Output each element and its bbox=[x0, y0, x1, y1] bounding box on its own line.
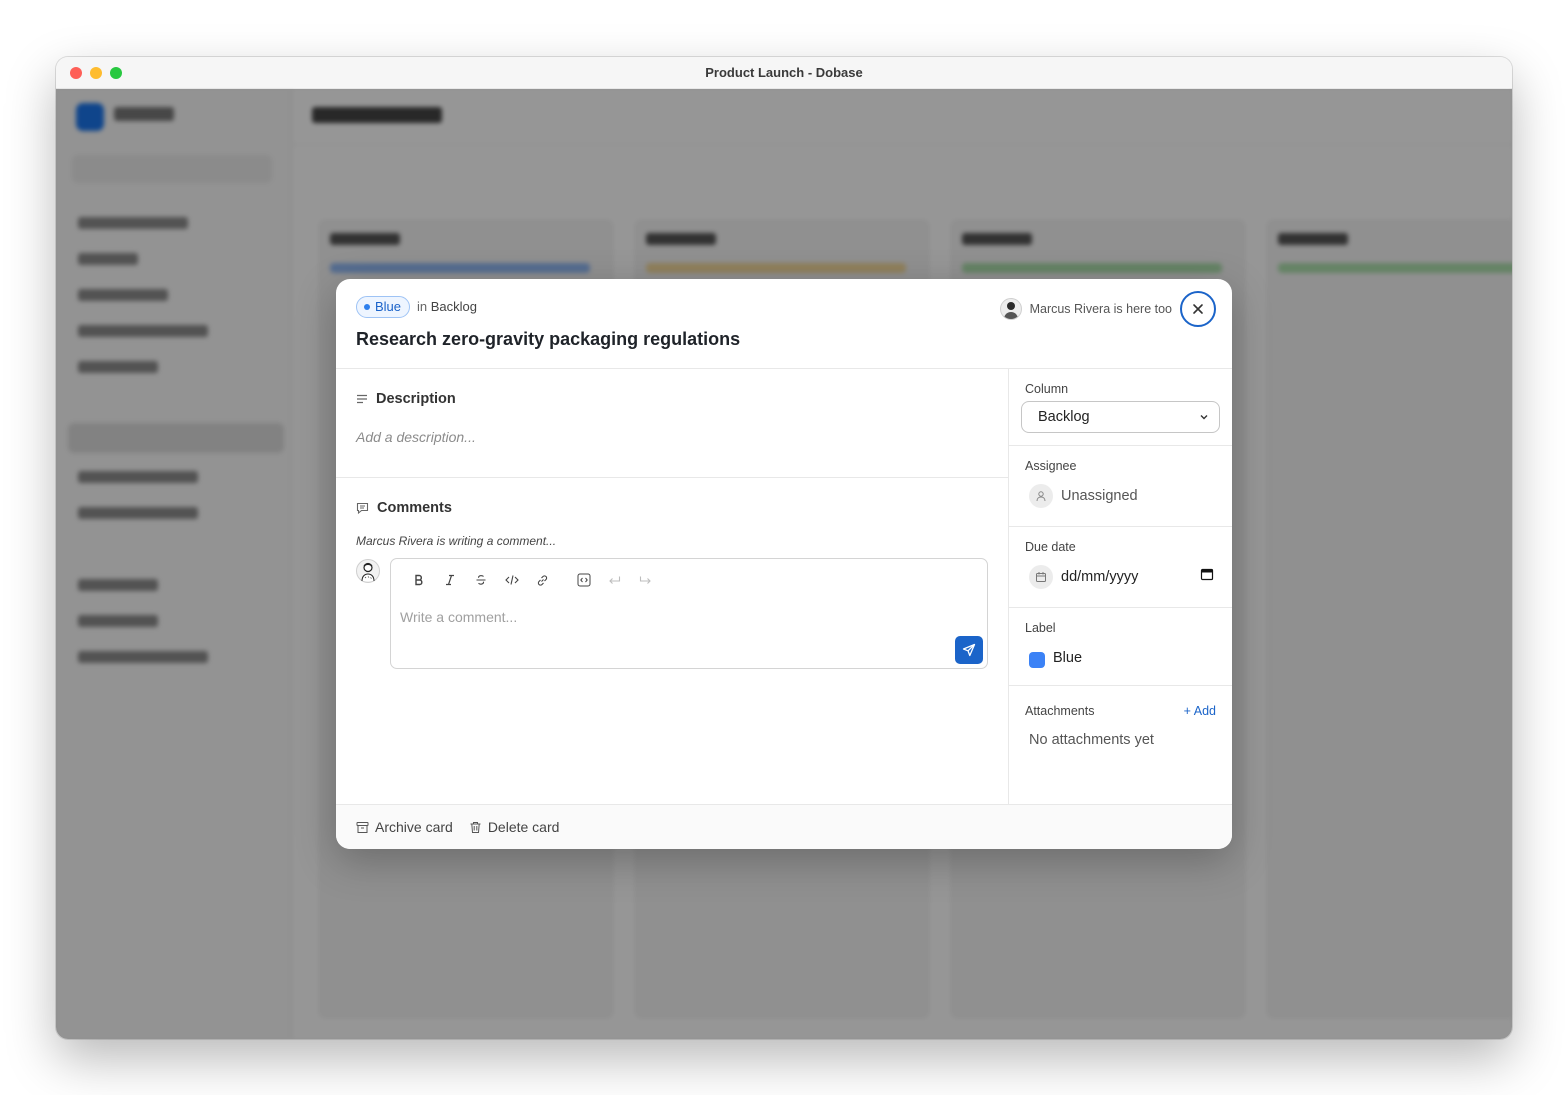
link-icon bbox=[537, 574, 548, 586]
user-avatar-icon bbox=[356, 559, 380, 583]
chevron-down-icon bbox=[1200, 415, 1208, 420]
zoom-window-button[interactable] bbox=[110, 67, 122, 79]
code-button[interactable] bbox=[496, 567, 527, 593]
due-date-label: Due date bbox=[1025, 540, 1076, 554]
assignee-value[interactable]: Unassigned bbox=[1061, 488, 1138, 504]
column-indicator-name: Backlog bbox=[430, 299, 477, 314]
code-icon bbox=[504, 575, 519, 585]
label-badge: Blue bbox=[356, 296, 411, 318]
label-dot bbox=[364, 304, 370, 310]
send-icon bbox=[962, 643, 976, 657]
close-window-button[interactable] bbox=[70, 67, 82, 79]
presence-text: Marcus Rivera is here too bbox=[1029, 302, 1172, 316]
comment-input[interactable]: Write a comment... bbox=[400, 609, 517, 625]
code-block-button[interactable] bbox=[568, 567, 599, 593]
assignee-avatar[interactable] bbox=[1029, 484, 1053, 508]
comments-heading-text: Comments bbox=[377, 500, 452, 516]
title-bar: Product Launch - Dobase bbox=[56, 57, 1512, 89]
undo-icon bbox=[609, 576, 621, 584]
column-indicator: in Backlog bbox=[417, 299, 477, 314]
trash-icon bbox=[470, 821, 481, 833]
archive-card-label: Archive card bbox=[375, 819, 453, 835]
modal-footer: Archive card Delete card bbox=[336, 804, 1232, 849]
attachments-label: Attachments bbox=[1025, 704, 1095, 718]
bold-button[interactable] bbox=[403, 567, 434, 593]
label-color-swatch[interactable] bbox=[1029, 652, 1045, 668]
undo-button[interactable] bbox=[599, 567, 630, 593]
app-window: Product Launch - Dobase Blue in Backlog … bbox=[56, 57, 1512, 1039]
label-value[interactable]: Blue bbox=[1053, 650, 1082, 666]
link-button[interactable] bbox=[527, 567, 558, 593]
comments-heading: Comments bbox=[356, 500, 452, 516]
calendar-icon bbox=[1036, 572, 1046, 582]
calendar-picker-icon[interactable] bbox=[1200, 567, 1214, 581]
archive-card-button[interactable]: Archive card bbox=[356, 819, 453, 835]
assignee-label: Assignee bbox=[1025, 459, 1077, 473]
close-icon bbox=[1193, 304, 1203, 314]
attachments-field: Attachments + Add No attachments yet bbox=[1009, 686, 1232, 804]
modal-header: Blue in Backlog Research zero-gravity pa… bbox=[336, 279, 1232, 369]
due-date-field: Due date dd/mm/yyyy bbox=[1009, 527, 1232, 608]
redo-button[interactable] bbox=[630, 567, 661, 593]
column-field: Column Backlog bbox=[1009, 369, 1232, 446]
strikethrough-button[interactable] bbox=[465, 567, 496, 593]
description-heading: Description bbox=[356, 391, 456, 407]
italic-icon bbox=[445, 574, 454, 586]
due-date-icon-wrap bbox=[1029, 565, 1053, 589]
divider bbox=[336, 477, 1008, 478]
user-avatar bbox=[999, 298, 1022, 320]
column-indicator-prefix: in bbox=[417, 299, 428, 314]
label-badge-text: Blue bbox=[375, 299, 402, 314]
column-label: Column bbox=[1025, 382, 1069, 396]
due-date-input[interactable]: dd/mm/yyyy bbox=[1061, 569, 1138, 585]
label-field: Label Blue bbox=[1009, 608, 1232, 686]
italic-button[interactable] bbox=[434, 567, 465, 593]
card-main: Description Add a description... Comment… bbox=[336, 369, 1008, 804]
editor-toolbar bbox=[403, 567, 661, 593]
add-attachment-button[interactable]: + Add bbox=[1184, 704, 1216, 718]
delete-card-label: Delete card bbox=[487, 819, 560, 835]
minimize-window-button[interactable] bbox=[90, 67, 102, 79]
comment-icon bbox=[356, 502, 369, 514]
archive-icon bbox=[356, 821, 369, 833]
presence-indicator: Marcus Rivera is here too bbox=[999, 297, 1172, 321]
send-comment-button[interactable] bbox=[955, 636, 983, 664]
column-select-value: Backlog bbox=[1038, 409, 1090, 425]
comment-editor[interactable]: Write a comment... bbox=[390, 558, 988, 669]
redo-icon bbox=[639, 576, 651, 584]
delete-card-button[interactable]: Delete card bbox=[469, 819, 560, 835]
text-align-icon bbox=[357, 394, 367, 404]
window-title: Product Launch - Dobase bbox=[705, 65, 863, 80]
column-select[interactable]: Backlog bbox=[1021, 401, 1220, 433]
assignee-field: Assignee Unassigned bbox=[1009, 446, 1232, 527]
description-input[interactable]: Add a description... bbox=[356, 429, 476, 445]
bold-icon bbox=[414, 574, 422, 586]
card-properties: Column Backlog Assignee Unassigned Due d… bbox=[1008, 369, 1232, 804]
code-block-icon bbox=[577, 573, 590, 587]
attachments-empty-text: No attachments yet bbox=[1029, 732, 1154, 748]
strikethrough-icon bbox=[476, 575, 485, 585]
card-title[interactable]: Research zero-gravity packaging regulati… bbox=[356, 329, 740, 350]
user-icon bbox=[1036, 491, 1046, 502]
card-modal: Blue in Backlog Research zero-gravity pa… bbox=[336, 279, 1232, 849]
close-modal-button[interactable] bbox=[1180, 291, 1216, 327]
label-label: Label bbox=[1025, 621, 1056, 635]
typing-indicator: Marcus Rivera is writing a comment... bbox=[356, 534, 557, 548]
description-heading-text: Description bbox=[376, 391, 456, 407]
